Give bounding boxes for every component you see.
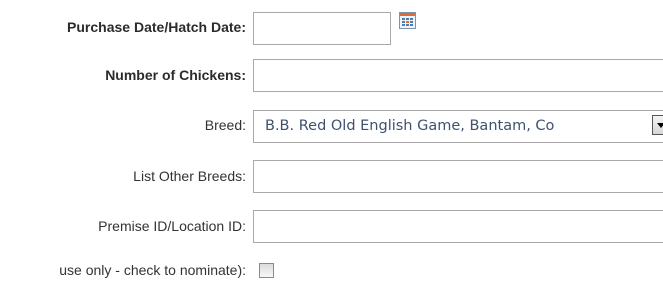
premise-id-input[interactable] (253, 210, 663, 243)
number-of-chickens-label: Number of Chickens: (105, 67, 246, 83)
purchase-date-label: Purchase Date/Hatch Date: (67, 19, 246, 35)
other-breeds-input[interactable] (253, 160, 663, 193)
nominate-checkbox[interactable] (259, 263, 274, 278)
premise-id-label: Premise ID/Location ID: (98, 218, 246, 234)
other-breeds-label: List Other Breeds: (133, 168, 246, 184)
calendar-icon[interactable] (399, 12, 416, 29)
purchase-date-input[interactable] (253, 12, 391, 45)
chevron-down-icon[interactable] (652, 115, 663, 135)
breed-label: Breed: (204, 117, 246, 133)
breed-select[interactable]: B.B. Red Old English Game, Bantam, Co (253, 110, 663, 143)
breed-selected-value: B.B. Red Old English Game, Bantam, Co (265, 118, 555, 134)
nominate-label: use only - check to nominate): (59, 262, 246, 278)
number-of-chickens-input[interactable] (253, 59, 663, 92)
